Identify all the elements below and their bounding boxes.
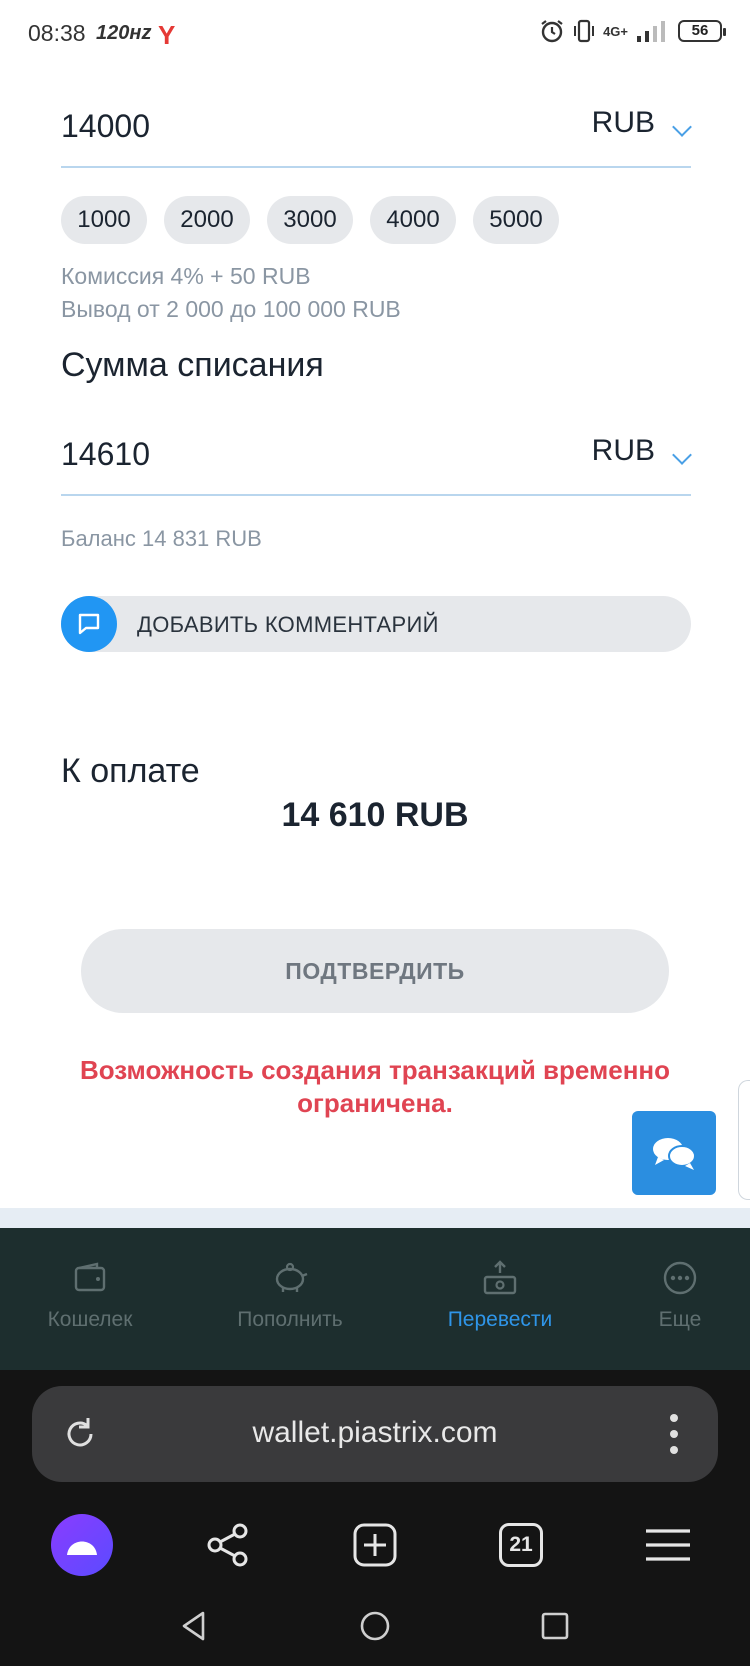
chevron-down-icon[interactable] <box>672 117 692 137</box>
nav-label: Пополнить <box>237 1308 343 1331</box>
limits-text: Вывод от 2 000 до 100 000 RUB <box>61 296 401 322</box>
new-tab-button[interactable] <box>340 1510 410 1580</box>
debit-input[interactable]: 14610 <box>61 436 150 473</box>
add-comment-label: ДОБАВИТЬ КОММЕНТАРИЙ <box>137 612 439 637</box>
network-type: 4G+ <box>603 23 628 39</box>
nav-item-transfer[interactable]: Перевести <box>420 1258 580 1332</box>
support-chat-button[interactable] <box>632 1111 716 1195</box>
browser-chrome: wallet.piastrix.com 21 <box>0 1370 750 1666</box>
home-circle-icon <box>360 1611 390 1641</box>
more-icon <box>663 1261 697 1295</box>
system-nav-bar <box>0 1596 750 1656</box>
transfer-icon <box>483 1260 517 1295</box>
side-panel-handle[interactable] <box>738 1080 750 1200</box>
kebab-menu-icon[interactable] <box>668 1412 680 1456</box>
wallet-icon <box>74 1262 106 1292</box>
share-button[interactable] <box>193 1510 263 1580</box>
debit-field[interactable]: 14610 RUB <box>61 408 692 496</box>
amount-input[interactable]: 14000 <box>61 108 150 145</box>
debit-currency-select[interactable]: RUB <box>592 434 655 468</box>
nav-label: Перевести <box>447 1308 553 1331</box>
debit-title: Сумма списания <box>61 346 324 384</box>
preset-chip[interactable]: 3000 <box>267 196 353 244</box>
tab-count: 21 <box>499 1523 543 1567</box>
vibrate-icon <box>574 19 595 43</box>
preset-chip[interactable]: 5000 <box>473 196 559 244</box>
signal-icon <box>637 21 665 42</box>
status-time: 08:38 <box>28 20 86 46</box>
alice-button[interactable] <box>47 1510 117 1580</box>
plus-square-icon <box>353 1523 397 1567</box>
battery-icon: 56 <box>678 20 726 42</box>
balance-text: Баланс 14 831 RUB <box>61 526 262 551</box>
back-triangle-icon <box>182 1611 205 1641</box>
bottom-nav: Кошелек Пополнить Перевести Еще <box>0 1228 750 1370</box>
nav-item-top-up[interactable]: Пополнить <box>210 1258 370 1332</box>
nav-item-more[interactable]: Еще <box>600 1258 750 1332</box>
address-bar[interactable]: wallet.piastrix.com <box>32 1386 718 1482</box>
add-comment-button[interactable]: ДОБАВИТЬ КОММЕНТАРИЙ <box>61 596 691 652</box>
preset-chip[interactable]: 2000 <box>164 196 250 244</box>
page-background <box>0 1208 750 1228</box>
confirm-button[interactable]: ПОДТВЕРДИТЬ <box>81 929 669 1013</box>
tabs-button[interactable]: 21 <box>486 1510 556 1580</box>
transfer-form: 14000 RUB 1000 2000 3000 4000 5000 Комис… <box>0 70 750 1208</box>
hamburger-icon <box>646 1529 690 1561</box>
alice-icon <box>51 1514 113 1576</box>
recents-button[interactable] <box>535 1606 575 1646</box>
preset-chip[interactable]: 4000 <box>370 196 456 244</box>
recents-square-icon <box>541 1612 569 1640</box>
preset-chip[interactable]: 1000 <box>61 196 147 244</box>
browser-toolbar: 21 <box>0 1510 750 1580</box>
alarm-icon <box>541 20 563 43</box>
nav-item-wallet[interactable]: Кошелек <box>10 1258 170 1332</box>
yandex-icon: Y <box>158 20 176 50</box>
pay-amount: 14 610 RUB <box>281 796 469 834</box>
nav-label: Кошелек <box>47 1308 133 1331</box>
url-text[interactable]: wallet.piastrix.com <box>32 1416 718 1450</box>
preset-amounts: 1000 2000 3000 4000 5000 <box>61 196 559 244</box>
chevron-down-icon[interactable] <box>672 445 692 465</box>
pay-title: К оплате <box>61 752 200 790</box>
chat-icon <box>653 1138 696 1170</box>
status-icons: 4G+ 56 <box>539 18 726 44</box>
comment-icon[interactable] <box>61 596 117 652</box>
currency-select[interactable]: RUB <box>592 106 655 140</box>
back-button[interactable] <box>174 1606 214 1646</box>
error-message: Возможность создания транзакций временно… <box>79 1055 671 1118</box>
piggy-bank-icon <box>275 1262 308 1292</box>
share-icon <box>207 1523 248 1567</box>
refresh-rate-indicator: 120нz <box>96 22 152 44</box>
amount-field[interactable]: 14000 RUB <box>61 80 692 168</box>
nav-label: Еще <box>658 1308 702 1331</box>
browser-menu-button[interactable] <box>633 1510 703 1580</box>
commission-text: Комиссия 4% + 50 RUB <box>61 263 311 289</box>
status-bar: 08:38 120нz Y 4G+ 56 <box>0 0 750 70</box>
home-button[interactable] <box>355 1606 395 1646</box>
